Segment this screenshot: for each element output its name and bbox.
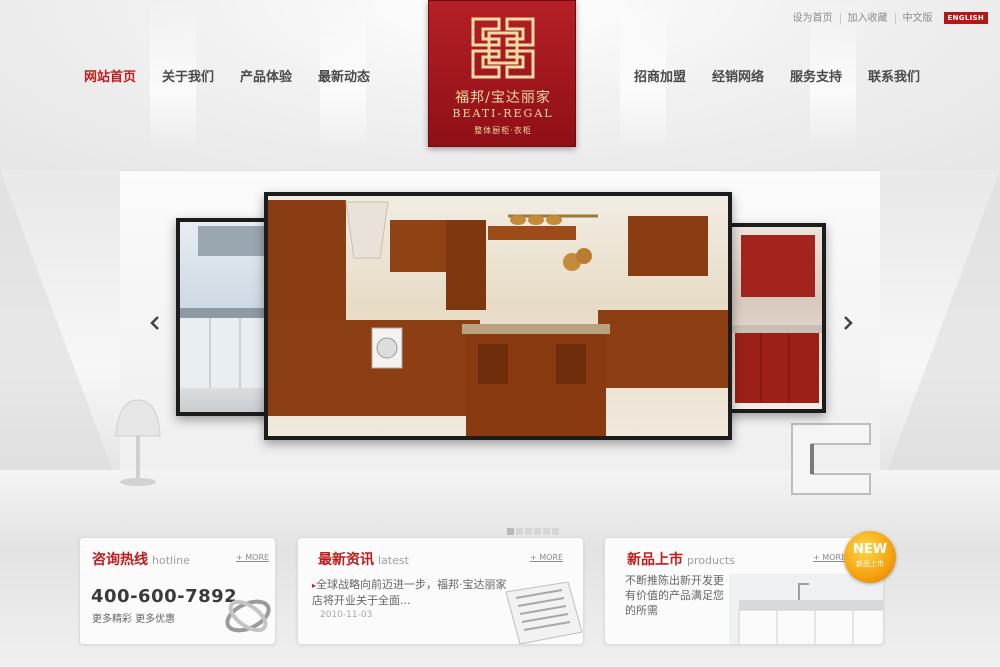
set-home-link[interactable]: 设为首页: [786, 12, 841, 24]
add-favorite-link[interactable]: 加入收藏: [841, 12, 896, 24]
white-kitchen-thumbnail: [729, 574, 883, 644]
news-title: 最新资讯 latest: [318, 552, 409, 568]
nav-support[interactable]: 服务支持: [790, 66, 842, 85]
chevron-left-icon: [150, 316, 159, 330]
nav-home[interactable]: 网站首页: [84, 66, 136, 85]
slider-dot[interactable]: [534, 528, 541, 535]
nav-dealers[interactable]: 经销网络: [712, 66, 764, 85]
english-version-button[interactable]: ENGLISH: [943, 12, 988, 24]
slider-dot[interactable]: [525, 528, 532, 535]
slide-next-preview[interactable]: [727, 223, 826, 413]
news-card: 最新资讯 latest + MORE ▸全球战略向前迈进一步，福邦·宝达丽家店将开…: [297, 537, 584, 645]
slider-dot[interactable]: [516, 528, 523, 535]
news-item-link[interactable]: ▸全球战略向前迈进一步，福邦·宝达丽家店将开业关于全面...: [312, 577, 510, 608]
hotline-title-en: hotline: [152, 554, 190, 567]
chevron-right-icon: [844, 316, 853, 330]
news-title-en: latest: [378, 554, 409, 567]
kitchen-image-wood: [268, 200, 728, 436]
newspaper-icon: [505, 582, 583, 644]
slider-pagination: [507, 528, 559, 535]
chrome-rings-icon: [225, 599, 271, 633]
slider-next-arrow[interactable]: [843, 316, 853, 330]
products-title-en: products: [687, 554, 736, 567]
hotline-number: 400-600-7892: [91, 586, 238, 607]
products-more-link[interactable]: + MORE: [813, 553, 846, 562]
kitchen-image-white: [180, 226, 268, 388]
news-item-text: 全球战略向前迈进一步，福邦·宝达丽家店将开业关于全面...: [312, 578, 507, 607]
slider-dot[interactable]: [507, 528, 514, 535]
room-right-wall: [880, 150, 1000, 490]
nav-news[interactable]: 最新动态: [318, 66, 370, 85]
new-products-badge[interactable]: NEW 新品上市: [844, 531, 896, 583]
hotline-slogan: 更多精彩 更多优惠: [92, 614, 176, 625]
room-left-wall: [0, 150, 120, 490]
floor-lamp-decoration: [115, 399, 161, 486]
news-item-date: 2010-11-03: [320, 610, 373, 620]
main-nav-left: 网站首页 关于我们 产品体验 最新动态: [84, 66, 370, 85]
news-more-link[interactable]: + MORE: [530, 553, 563, 562]
products-title: 新品上市 products: [627, 552, 736, 568]
new-badge-label: NEW: [852, 542, 888, 557]
seal-emblem-icon: [471, 17, 535, 79]
slider-dot[interactable]: [543, 528, 550, 535]
slider-prev-arrow[interactable]: [150, 316, 160, 330]
kitchen-image-red: [731, 235, 822, 403]
c-chair-decoration: [791, 423, 871, 495]
slide-prev-preview[interactable]: [176, 218, 272, 416]
nav-products[interactable]: 产品体验: [240, 66, 292, 85]
brand-logo[interactable]: 福邦/宝达丽家 BEATI-REGAL 整体厨柜·衣柜: [428, 0, 576, 147]
hotline-card: 咨询热线 hotline + MORE 400-600-7892 更多精彩 更多优…: [79, 537, 276, 645]
nav-about[interactable]: 关于我们: [162, 66, 214, 85]
nav-contact[interactable]: 联系我们: [868, 66, 920, 85]
new-badge-sub: 新品上市: [856, 560, 884, 568]
products-description: 不断推陈出新开发更有价值的产品满足您的所需: [625, 574, 724, 617]
slider-dot[interactable]: [552, 528, 559, 535]
main-nav-right: 招商加盟 经销网络 服务支持 联系我们: [634, 66, 920, 85]
logo-name-cn: 福邦/宝达丽家: [455, 90, 551, 106]
top-utility-links: 设为首页 加入收藏 中文版 ENGLISH: [786, 12, 988, 24]
hotline-title: 咨询热线 hotline: [92, 552, 190, 568]
chinese-version-link[interactable]: 中文版: [896, 13, 940, 24]
products-card: 新品上市 products + MORE 不断推陈出新开发更有价值的产品满足您的所…: [604, 537, 884, 645]
logo-name-en: BEATI-REGAL: [452, 107, 554, 120]
slide-main[interactable]: [264, 192, 732, 440]
nav-franchise[interactable]: 招商加盟: [634, 66, 686, 85]
hotline-more-link[interactable]: + MORE: [236, 553, 269, 562]
logo-tagline: 整体厨柜·衣柜: [474, 126, 532, 135]
